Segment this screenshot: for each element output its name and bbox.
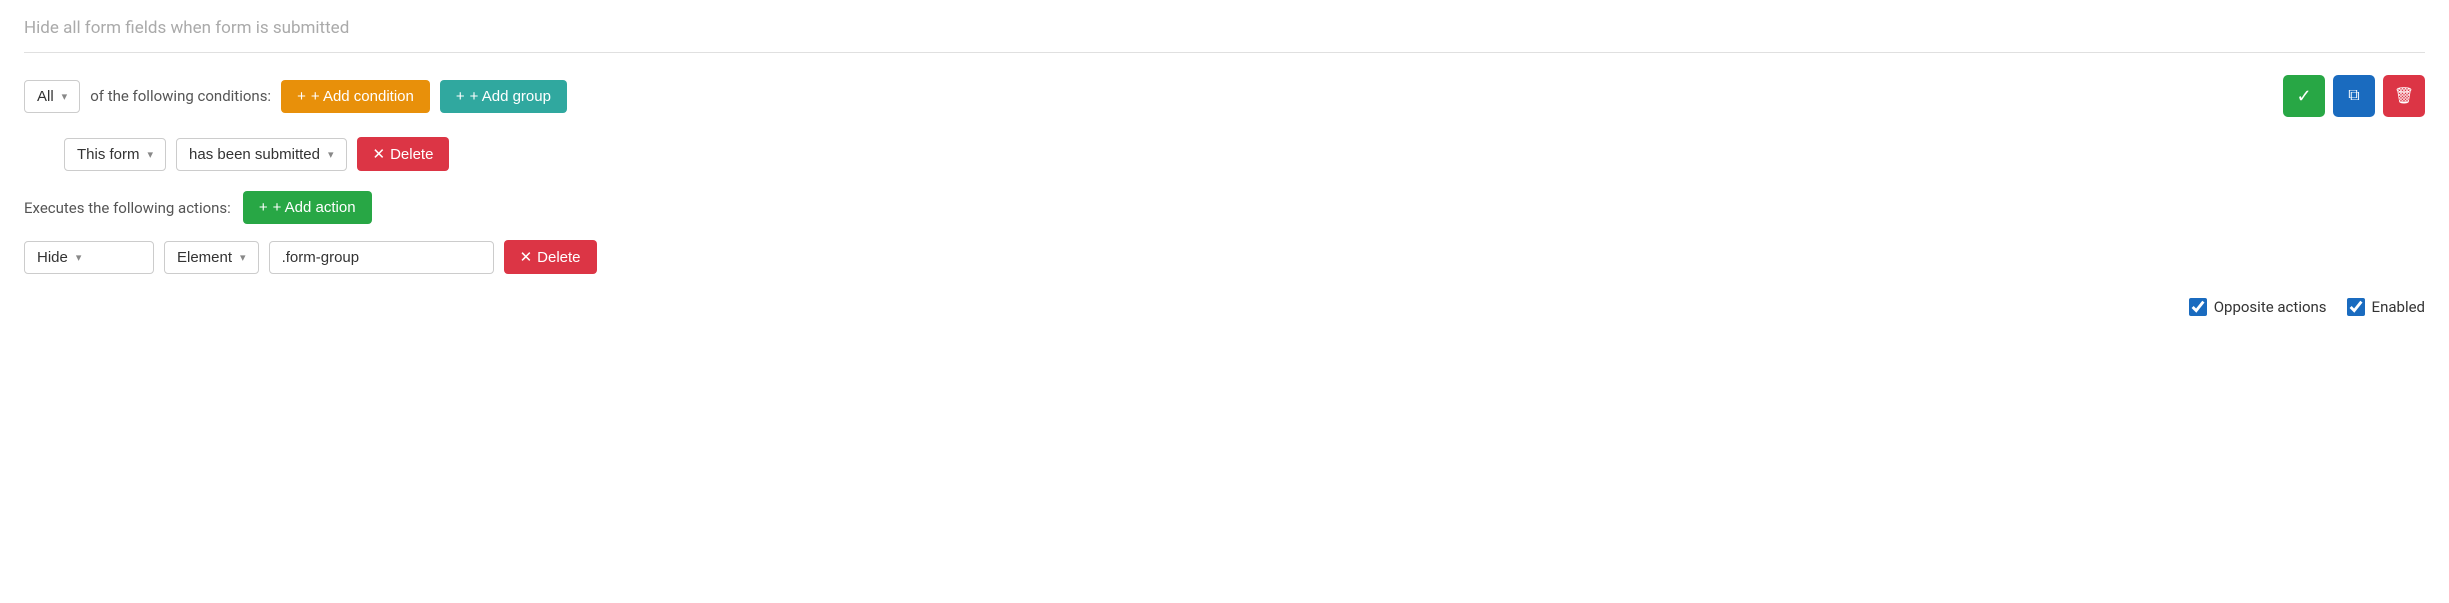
delete-rule-button[interactable]: 🗑 [2383,75,2425,117]
copy-button[interactable]: ⧉ [2333,75,2375,117]
chevron-down-icon: ▾ [148,148,154,161]
add-action-button[interactable]: + + Add action [243,191,372,224]
chevron-down-icon: ▾ [328,148,334,161]
enabled-text: Enabled [2372,298,2425,316]
action-type-label: Hide [37,249,68,266]
condition-subject-label: This form [77,146,140,163]
action-value-input[interactable] [269,241,494,274]
plus-icon-3: + [259,199,268,216]
confirm-button[interactable]: ✓ [2283,75,2325,117]
copy-icon: ⧉ [2348,87,2359,105]
x-icon-2: ✕ [520,248,533,266]
conditions-label: of the following conditions: [90,87,271,105]
delete-action-button[interactable]: ✕ Delete [504,240,597,274]
action-type-dropdown[interactable]: Hide ▾ [24,241,154,274]
plus-icon: + [297,88,306,105]
action-target-dropdown[interactable]: Element ▾ [164,241,259,274]
chevron-down-icon: ▾ [76,251,82,264]
condition-item: This form ▾ has been submitted ▾ ✕ Delet… [64,137,2425,171]
actions-label-row: Executes the following actions: + + Add … [24,191,2425,224]
opposite-actions-label[interactable]: Opposite actions [2189,298,2327,316]
opposite-actions-text: Opposite actions [2214,298,2327,316]
condition-predicate-label: has been submitted [189,146,320,163]
toolbar-buttons: ✓ ⧉ 🗑 [2283,75,2425,117]
condition-subject-dropdown[interactable]: This form ▾ [64,138,166,171]
rule-editor: Hide all form fields when form is submit… [0,0,2449,340]
bottom-row: Opposite actions Enabled [24,298,2425,316]
conditions-row: All ▾ of the following conditions: + + A… [24,75,2425,117]
condition-predicate-dropdown[interactable]: has been submitted ▾ [176,138,346,171]
page-title: Hide all form fields when form is submit… [24,18,2425,53]
operator-dropdown[interactable]: All ▾ [24,80,80,113]
check-icon: ✓ [2296,86,2311,107]
opposite-actions-checkbox[interactable] [2189,298,2207,316]
trash-icon: 🗑 [2394,86,2414,106]
action-target-label: Element [177,249,232,266]
operator-label: All [37,88,54,105]
add-condition-label: + Add condition [311,88,414,105]
delete-action-label: Delete [537,249,580,266]
enabled-label[interactable]: Enabled [2347,298,2425,316]
chevron-down-icon: ▾ [62,90,68,103]
add-action-label: + Add action [273,199,356,216]
delete-condition-label: Delete [390,146,433,163]
plus-icon-2: + [456,88,465,105]
actions-section: Executes the following actions: + + Add … [24,191,2425,274]
add-group-button[interactable]: + + Add group [440,80,567,113]
delete-condition-button[interactable]: ✕ Delete [357,137,450,171]
chevron-down-icon: ▾ [240,251,246,264]
x-icon: ✕ [373,145,386,163]
add-condition-button[interactable]: + + Add condition [281,80,430,113]
enabled-checkbox[interactable] [2347,298,2365,316]
actions-label: Executes the following actions: [24,199,231,217]
action-item: Hide ▾ Element ▾ ✕ Delete [24,240,2425,274]
add-group-label: + Add group [470,88,551,105]
